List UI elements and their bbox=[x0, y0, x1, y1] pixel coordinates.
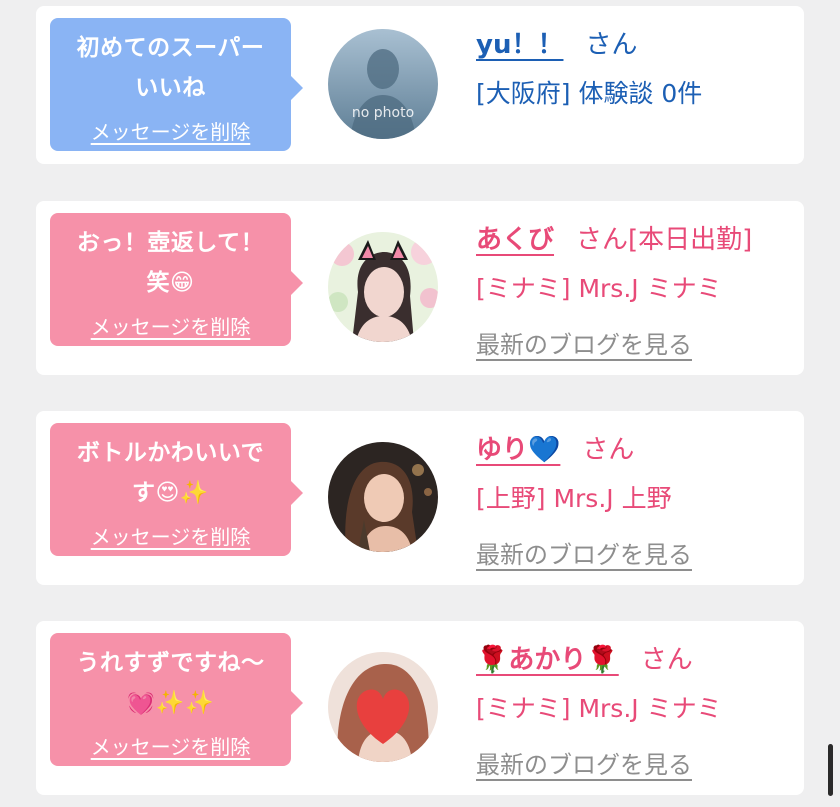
message-bubble: ボトルかわいいで す😍✨ メッセージを削除 bbox=[50, 423, 303, 556]
like-card: ボトルかわいいで す😍✨ メッセージを削除 ゆり💙 さん [上野] Mrs.J 上… bbox=[36, 411, 804, 585]
message-text: ボトルかわいいで す😍✨ bbox=[76, 440, 265, 506]
avatar[interactable]: no photo bbox=[328, 29, 438, 139]
avatar[interactable] bbox=[328, 232, 438, 342]
name-suffix: さん bbox=[582, 435, 635, 465]
portrait-photo-icon bbox=[328, 442, 438, 552]
name-suffix: さん bbox=[640, 645, 693, 675]
member-name-link[interactable]: ゆり💙 bbox=[476, 435, 560, 465]
heart-covered-photo-icon bbox=[328, 652, 438, 762]
member-info: [ミナミ] Mrs.J ミナミ bbox=[476, 274, 722, 303]
like-card: うれすずですね〜 💓✨✨ メッセージを削除 🌹あかり🌹 さん [ミナミ] Mrs.… bbox=[36, 621, 804, 795]
like-card: おっ！壺返して！ 笑😁 メッセージを削除 あくび さん[本日出勤] [ミナミ] M… bbox=[36, 201, 804, 375]
message-text: おっ！壺返して！ 笑😁 bbox=[76, 230, 265, 296]
message-text: 初めてのスーパー いいね bbox=[76, 35, 265, 101]
member-info: [ミナミ] Mrs.J ミナミ bbox=[476, 694, 722, 723]
avatar[interactable] bbox=[328, 652, 438, 762]
member-name-link[interactable]: yu！！ bbox=[476, 30, 563, 60]
no-photo-icon: no photo bbox=[328, 29, 438, 139]
message-bubble: おっ！壺返して！ 笑😁 メッセージを削除 bbox=[50, 213, 303, 346]
message-text: うれすずですね〜 💓✨✨ bbox=[76, 650, 265, 716]
delete-message-link[interactable]: メッセージを削除 bbox=[50, 311, 291, 340]
svg-text:no photo: no photo bbox=[352, 105, 414, 121]
delete-message-link[interactable]: メッセージを削除 bbox=[50, 731, 291, 760]
member-info: [大阪府] 体験談 0件 bbox=[476, 79, 703, 108]
name-line: ゆり💙 さん bbox=[476, 429, 634, 466]
latest-blog-link[interactable]: 最新のブログを見る bbox=[476, 745, 692, 780]
latest-blog-link[interactable]: 最新のブログを見る bbox=[476, 535, 692, 570]
avatar[interactable] bbox=[328, 442, 438, 552]
member-name-link[interactable]: 🌹あかり🌹 bbox=[476, 645, 619, 675]
like-card: 初めてのスーパー いいね メッセージを削除 no photo yu！！ さん [大… bbox=[36, 6, 804, 164]
delete-message-link[interactable]: メッセージを削除 bbox=[50, 116, 291, 145]
member-info: [上野] Mrs.J 上野 bbox=[476, 484, 672, 513]
name-suffix: さん bbox=[585, 30, 638, 60]
delete-message-link[interactable]: メッセージを削除 bbox=[50, 521, 291, 550]
name-line: あくび さん[本日出勤] bbox=[476, 219, 752, 256]
latest-blog-link[interactable]: 最新のブログを見る bbox=[476, 325, 692, 360]
message-bubble: 初めてのスーパー いいね メッセージを削除 bbox=[50, 18, 303, 151]
member-name-link[interactable]: あくび bbox=[476, 225, 554, 255]
name-suffix: さん[本日出勤] bbox=[576, 225, 753, 255]
scrollbar[interactable] bbox=[828, 744, 833, 796]
cat-ear-photo-icon bbox=[328, 232, 438, 342]
name-line: yu！！ さん bbox=[476, 24, 637, 61]
message-bubble: うれすずですね〜 💓✨✨ メッセージを削除 bbox=[50, 633, 303, 766]
name-line: 🌹あかり🌹 さん bbox=[476, 639, 693, 676]
